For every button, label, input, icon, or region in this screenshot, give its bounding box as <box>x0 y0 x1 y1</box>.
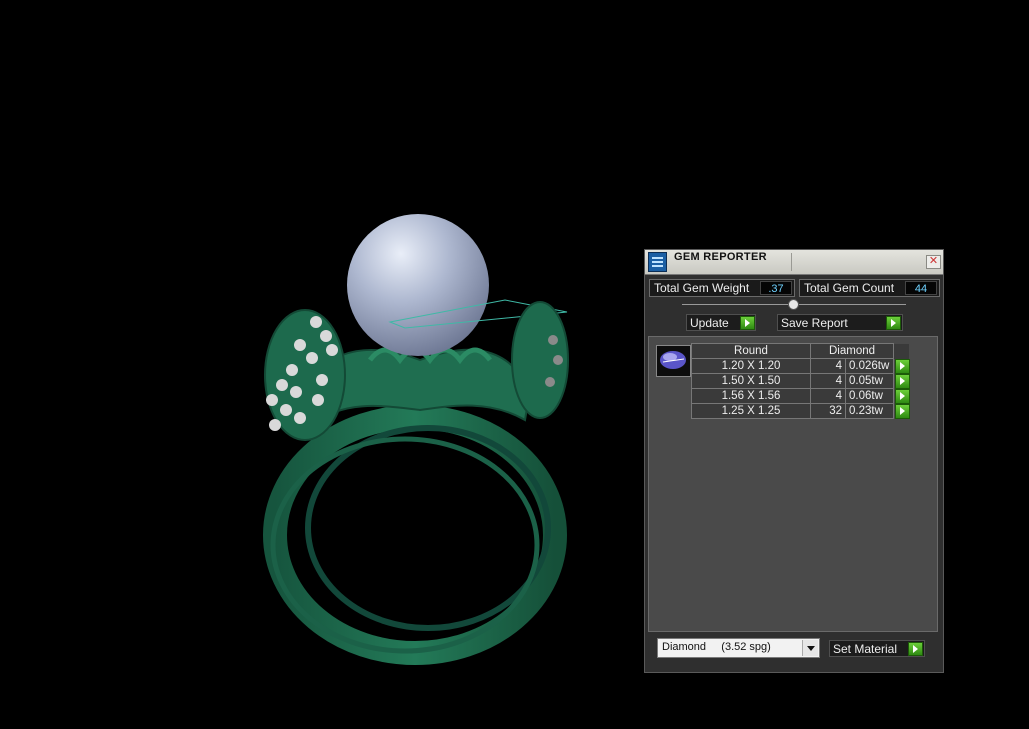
panel-slider-knob[interactable] <box>788 299 799 310</box>
gem-reporter-app-icon <box>648 252 667 272</box>
window-title: GEM REPORTER <box>674 251 767 263</box>
gem-count: 32 <box>810 403 846 419</box>
ring-shank-outer <box>263 405 567 665</box>
total-gem-count-value: 44 <box>905 281 937 295</box>
material-select[interactable]: Diamond (3.52 spg) <box>657 638 820 658</box>
total-gem-weight-label: Total Gem Weight <box>654 281 750 295</box>
total-gem-weight-value: .37 <box>760 281 792 295</box>
play-arrow-icon[interactable] <box>895 388 910 404</box>
play-arrow-icon <box>908 642 923 656</box>
ring-model <box>263 214 569 665</box>
table-row: 1.25 X 1.25 32 0.23tw <box>691 403 910 419</box>
gem-list-area: Round Diamond 1.20 X 1.20 4 0.026tw 1.50… <box>648 336 938 632</box>
play-arrow-icon <box>886 316 901 330</box>
play-arrow-icon[interactable] <box>895 373 910 389</box>
gem-count: 4 <box>810 358 846 374</box>
gem-weight: 0.05tw <box>845 373 894 389</box>
gem-size: 1.50 X 1.50 <box>691 373 811 389</box>
gem-thumbnail-icon[interactable] <box>656 345 691 377</box>
gem-weight: 0.23tw <box>845 403 894 419</box>
gem-weight: 0.026tw <box>845 358 894 374</box>
close-icon[interactable]: ✕ <box>926 255 941 269</box>
gem-reporter-panel: GEM REPORTER ✕ Total Gem Weight .37 Tota… <box>644 249 944 673</box>
play-arrow-icon[interactable] <box>895 358 910 374</box>
table-row: 1.56 X 1.56 4 0.06tw <box>691 388 910 404</box>
left-gem-cluster <box>264 309 346 441</box>
gem-size: 1.56 X 1.56 <box>691 388 811 404</box>
gem-table: Round Diamond 1.20 X 1.20 4 0.026tw 1.50… <box>691 343 910 419</box>
title-divider <box>791 253 792 271</box>
material-select-value: Diamond (3.52 spg) <box>662 641 771 653</box>
play-arrow-icon[interactable] <box>895 403 910 419</box>
gem-count: 4 <box>810 373 846 389</box>
update-button-label: Update <box>690 316 729 330</box>
gem-weight: 0.06tw <box>845 388 894 404</box>
save-report-button-label: Save Report <box>781 316 848 330</box>
set-material-button[interactable]: Set Material <box>829 640 925 657</box>
table-row: 1.50 X 1.50 4 0.05tw <box>691 373 910 389</box>
title-bar[interactable]: GEM REPORTER ✕ <box>645 250 943 275</box>
ring-shank-inner <box>305 425 551 631</box>
gem-size: 1.20 X 1.20 <box>691 358 811 374</box>
column-header-shape: Round <box>691 343 811 359</box>
dropdown-arrow-icon[interactable] <box>802 640 818 656</box>
right-gem-cluster <box>511 301 569 419</box>
save-report-button[interactable]: Save Report <box>777 314 903 331</box>
total-gem-count-label: Total Gem Count <box>804 281 895 295</box>
total-gem-weight: Total Gem Weight .37 <box>649 279 795 297</box>
total-gem-count: Total Gem Count 44 <box>799 279 940 297</box>
play-arrow-icon <box>740 316 755 330</box>
gem-size: 1.25 X 1.25 <box>691 403 811 419</box>
column-header-material: Diamond <box>810 343 894 359</box>
pearl <box>347 214 489 356</box>
table-header-row: Round Diamond <box>691 343 910 359</box>
table-row: 1.20 X 1.20 4 0.026tw <box>691 358 910 374</box>
set-material-button-label: Set Material <box>833 642 898 656</box>
gem-count: 4 <box>810 388 846 404</box>
update-button[interactable]: Update <box>686 314 756 331</box>
